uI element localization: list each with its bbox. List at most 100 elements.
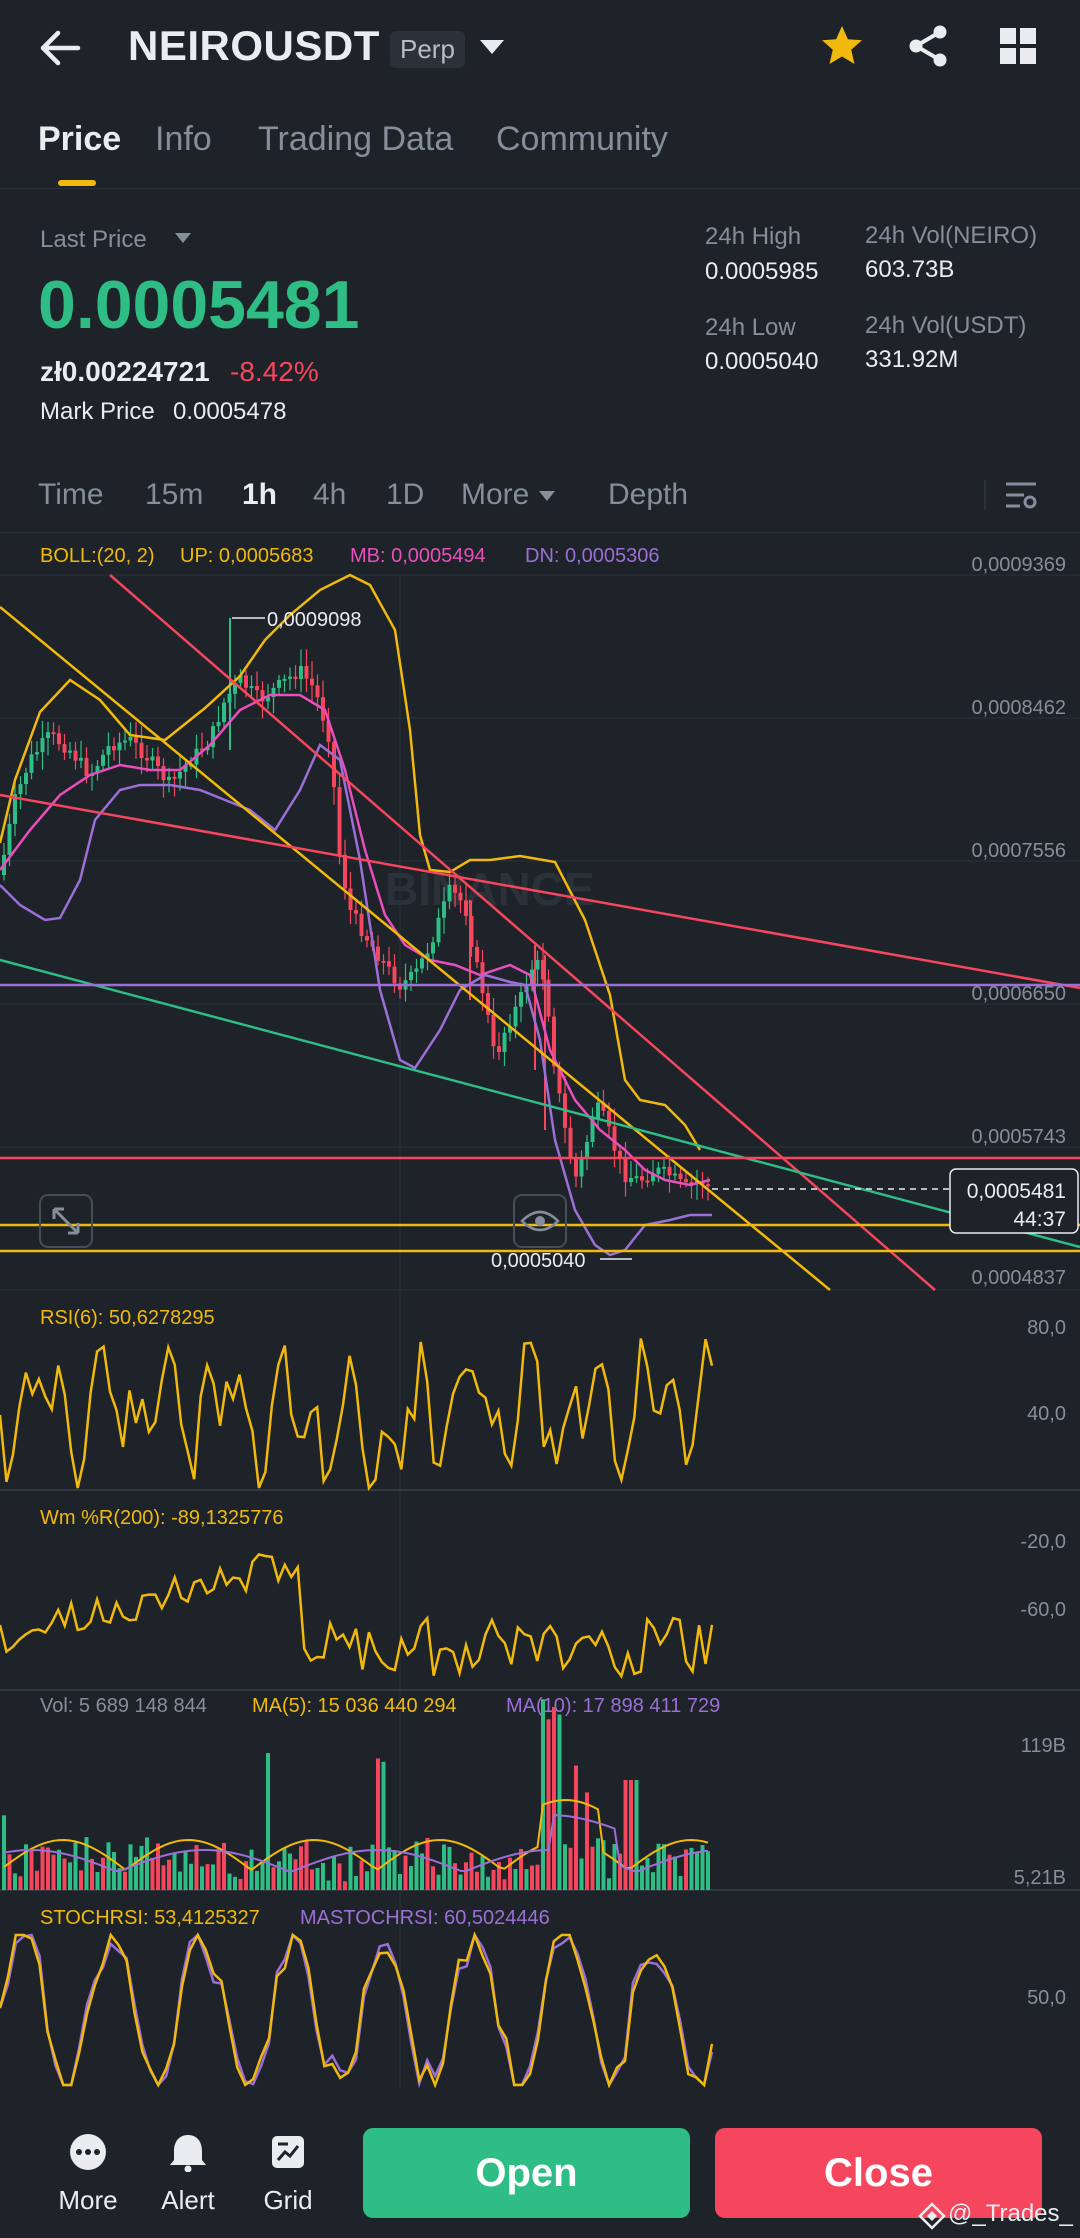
- share-icon[interactable]: [906, 24, 950, 68]
- price-axis-label: 0,0009369: [971, 554, 1066, 576]
- candle-body: [667, 1166, 672, 1176]
- eye-icon[interactable]: [513, 1194, 567, 1248]
- tf-depth[interactable]: Depth: [608, 478, 688, 512]
- candle-body: [304, 666, 309, 679]
- chevron-down-icon[interactable]: [478, 38, 506, 56]
- candle-body: [535, 959, 540, 970]
- candle-body: [447, 884, 452, 902]
- volume-bar: [216, 1848, 221, 1890]
- candle-body: [640, 1176, 644, 1181]
- williams-r-axis-label: -20,0: [1020, 1531, 1066, 1553]
- candle-body: [106, 746, 111, 755]
- williams-r-label: Wm %R(200): -89,1325776: [40, 1507, 283, 1529]
- trendline-red-shallow: [0, 793, 1080, 990]
- candle-body: [117, 742, 122, 751]
- volume-bar: [326, 1880, 331, 1890]
- volume-bar: [266, 1753, 270, 1890]
- chart-settings-icon[interactable]: [1004, 478, 1038, 512]
- alert-button[interactable]: Alert: [158, 2132, 218, 2216]
- volume-bar: [398, 1874, 402, 1890]
- volume-bar: [634, 1780, 639, 1890]
- tab-info[interactable]: Info: [155, 120, 212, 159]
- volume-bar: [293, 1859, 298, 1890]
- volume-bar: [95, 1872, 100, 1890]
- high-24h-label: 24h High: [705, 223, 802, 250]
- price-axis-label: 0,0005743: [971, 1126, 1066, 1148]
- volume-bar: [486, 1876, 490, 1890]
- caret-down-icon[interactable]: [174, 232, 192, 244]
- candle-body: [348, 888, 353, 911]
- candle-body: [568, 1127, 573, 1160]
- volume-bar: [18, 1876, 23, 1890]
- candle-body: [612, 1126, 617, 1151]
- volume-bar: [541, 1699, 545, 1890]
- tf-1d[interactable]: 1D: [386, 478, 424, 512]
- price-chart[interactable]: BOLL:(20, 2) UP: 0,0005683 MB: 0,0005494…: [0, 534, 1080, 2088]
- volume-bar: [530, 1865, 534, 1890]
- price-axis-label: 0,0008462: [971, 697, 1066, 719]
- tf-4h[interactable]: 4h: [313, 478, 346, 512]
- volume-bar: [73, 1842, 78, 1890]
- candle-body: [249, 686, 254, 689]
- volume-bar: [343, 1881, 347, 1890]
- tab-price[interactable]: Price: [38, 120, 121, 159]
- volume-bar: [552, 1706, 556, 1890]
- volume-bar: [568, 1847, 573, 1890]
- tab-trading-data[interactable]: Trading Data: [258, 120, 453, 159]
- divider: [0, 188, 1080, 189]
- grid-menu-icon[interactable]: [998, 26, 1038, 66]
- volume-bar: [233, 1876, 237, 1890]
- williams-r-line: [0, 1553, 714, 1680]
- mark-price-label: Mark Price: [40, 398, 155, 425]
- williams-r-axis-label: -60,0: [1020, 1599, 1066, 1621]
- volume-bar: [596, 1838, 600, 1890]
- volume-bar: [101, 1857, 105, 1890]
- volume-bar: [425, 1837, 430, 1890]
- volume-bar: [315, 1868, 320, 1890]
- candle-body: [574, 1159, 578, 1177]
- tf-15m[interactable]: 15m: [145, 478, 203, 512]
- candle-body: [84, 757, 89, 777]
- candlesticks: [2, 618, 710, 1201]
- tab-community[interactable]: Community: [496, 120, 668, 159]
- candle-body: [585, 1141, 589, 1158]
- more-caret-icon[interactable]: [538, 490, 556, 502]
- volume-bar: [458, 1874, 463, 1890]
- volume-bar: [277, 1861, 281, 1890]
- candle-body: [458, 892, 463, 901]
- back-arrow-icon[interactable]: [38, 28, 84, 68]
- volume-bar: [57, 1849, 61, 1890]
- candle-body: [46, 732, 50, 739]
- grid-button[interactable]: Grid: [258, 2132, 318, 2216]
- open-position-button[interactable]: Open: [363, 2128, 690, 2218]
- volume-bar: [535, 1864, 540, 1890]
- pair-title[interactable]: NEIROUSDT: [128, 22, 380, 70]
- volume-bar: [172, 1853, 177, 1890]
- more-button[interactable]: More: [58, 2132, 118, 2216]
- expand-icon[interactable]: [39, 1194, 93, 1248]
- candle-body: [332, 741, 336, 788]
- trendline-red-steep: [109, 574, 936, 1291]
- vol-base-value: 603.73B: [865, 256, 955, 283]
- volume-bar: [409, 1866, 413, 1890]
- last-price-label[interactable]: Last Price: [40, 226, 147, 254]
- volume-label: Vol: 5 689 148 844: [40, 1695, 207, 1717]
- candle-body: [453, 884, 457, 893]
- vol-quote-value: 331.92M: [865, 346, 959, 373]
- candle-body: [51, 732, 56, 735]
- grid-bot-icon: [272, 2136, 304, 2168]
- candle-body: [315, 685, 320, 698]
- tf-time[interactable]: Time: [38, 478, 104, 512]
- candle-body: [706, 1184, 710, 1187]
- trendline-green: [0, 958, 1080, 1249]
- tf-more[interactable]: More: [461, 478, 529, 512]
- low-24h-label: 24h Low: [705, 314, 796, 341]
- volume-bar: [145, 1837, 149, 1890]
- rsi-axis-label: 40,0: [1027, 1403, 1066, 1425]
- candle-body: [57, 733, 61, 745]
- volume-bar: [332, 1856, 336, 1890]
- tf-1h[interactable]: 1h: [242, 478, 277, 512]
- star-icon[interactable]: [820, 24, 864, 68]
- volume-bar: [557, 1714, 562, 1890]
- volume-bar: [513, 1868, 518, 1890]
